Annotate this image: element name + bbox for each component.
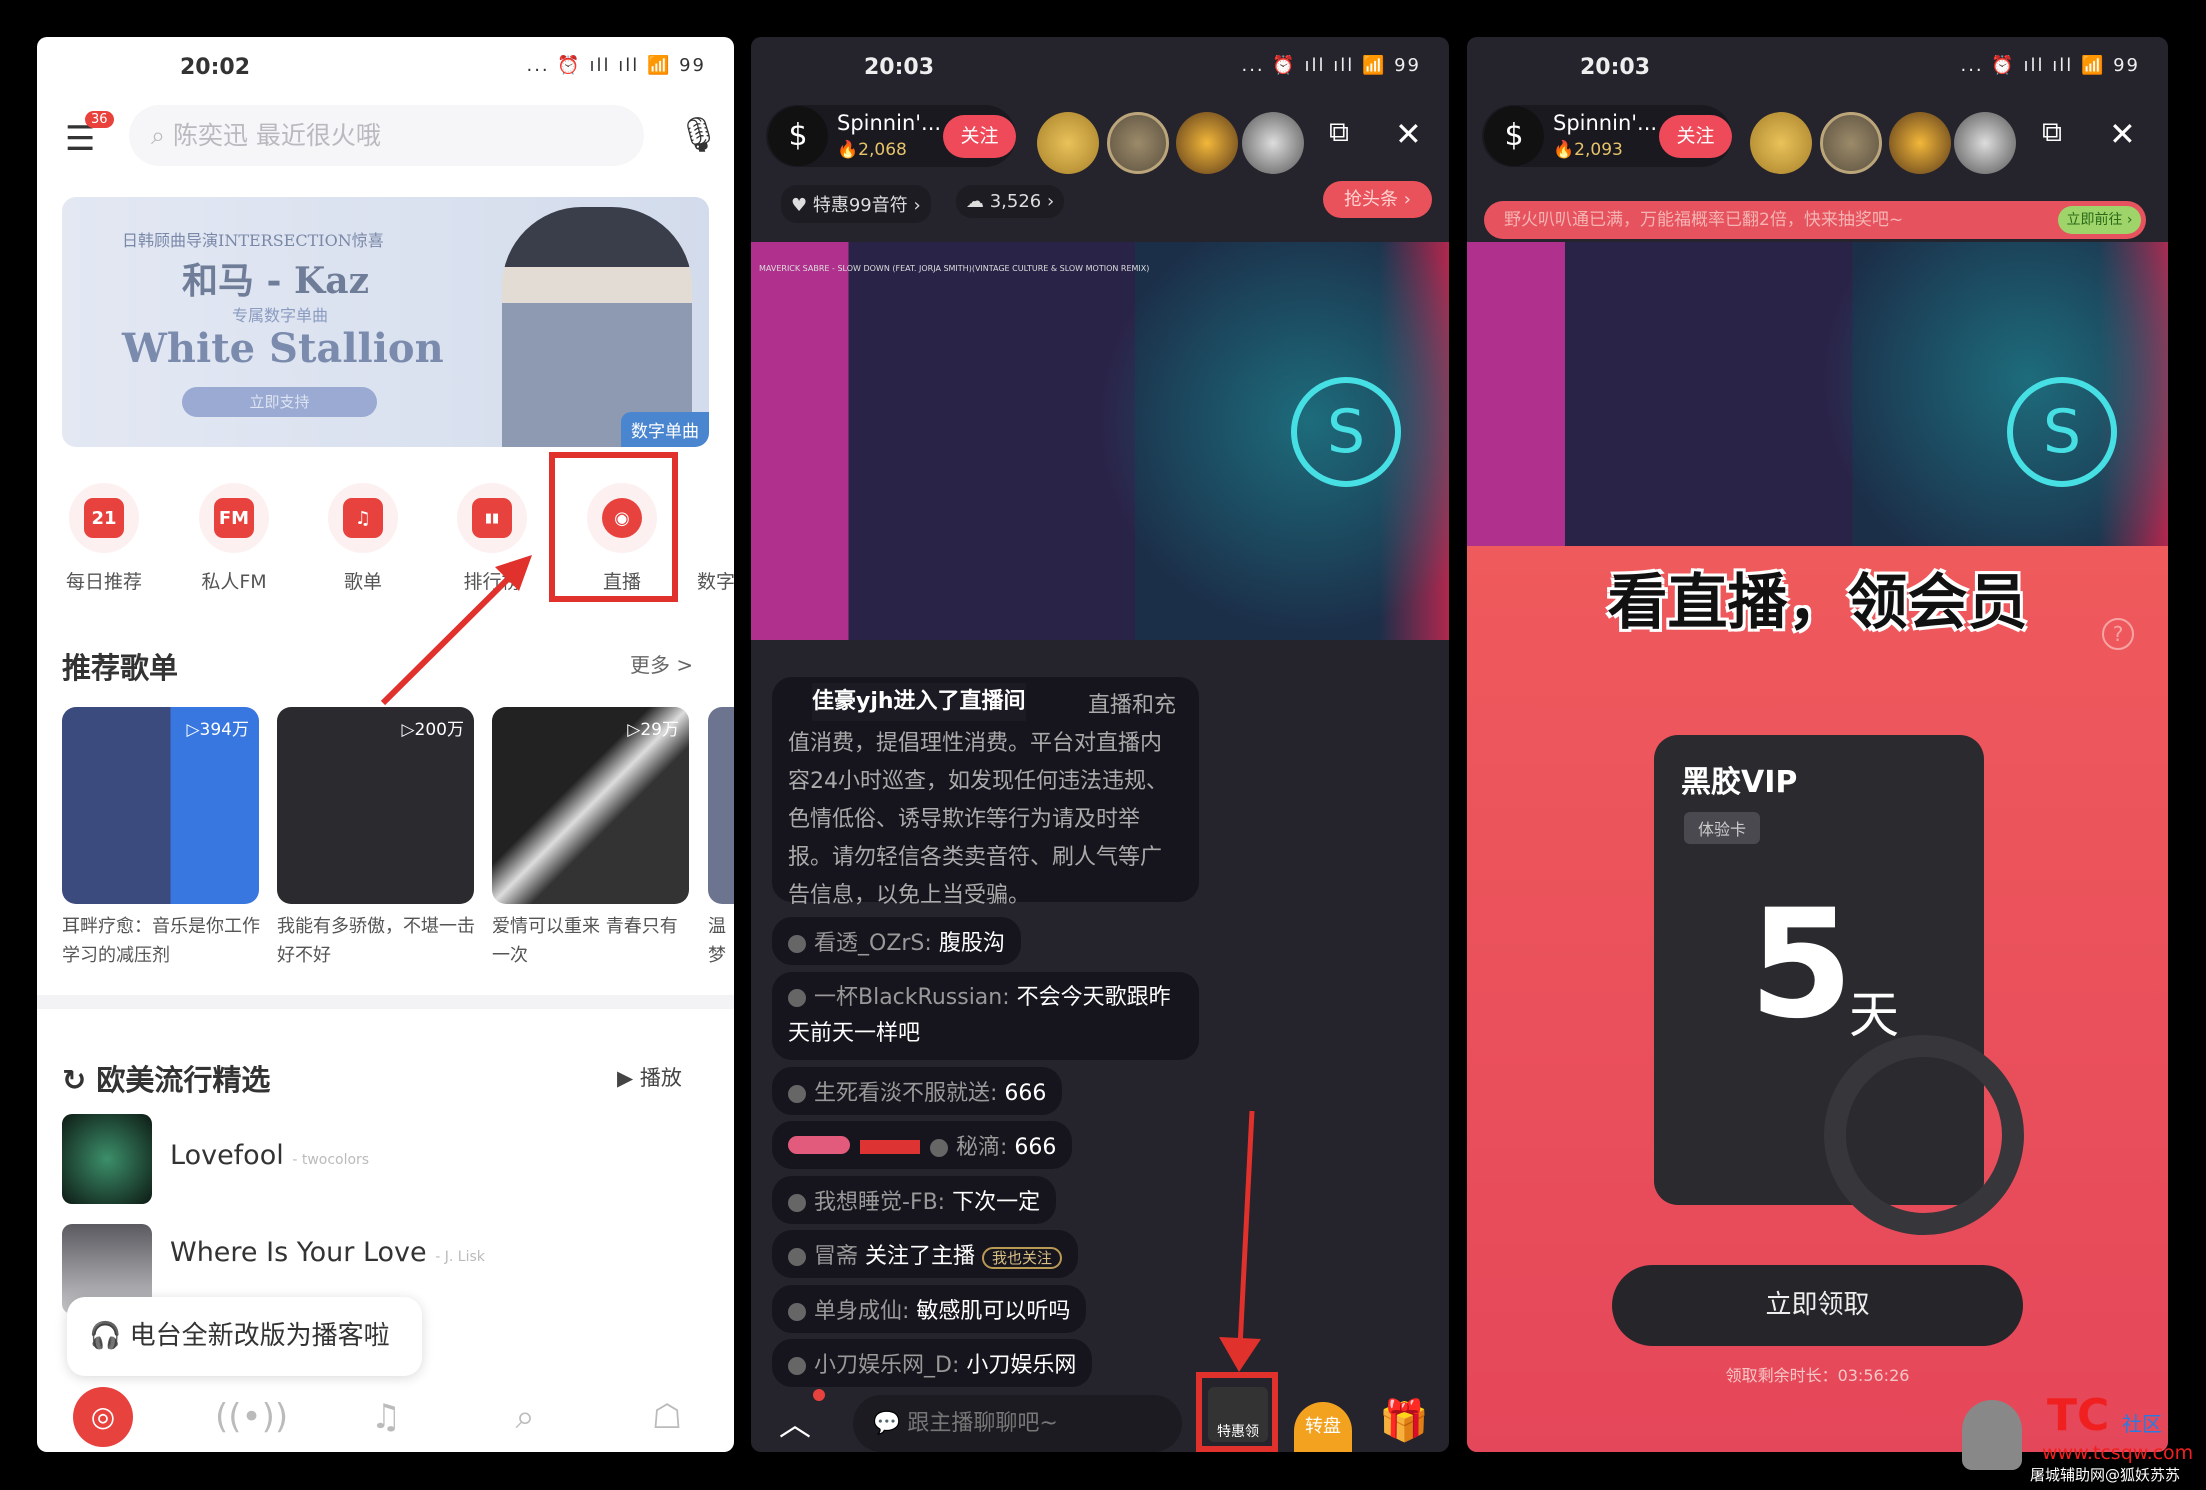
follow-button[interactable]: 关注 — [1659, 115, 1732, 158]
watermark-credit: 屠城辅助网@狐妖苏苏 — [2030, 1466, 2181, 1484]
podcast-toast[interactable]: 🎧 电台全新改版为播客啦 — [67, 1297, 422, 1376]
nav-community-icon[interactable]: ☖ — [637, 1397, 697, 1437]
playlist-caption: 温梦 — [708, 916, 726, 966]
watermark-community: 社区 — [2122, 1412, 2162, 1436]
nav-music-icon[interactable]: ♫ — [356, 1397, 416, 1437]
playlist-caption: 爱情可以重来 青春只有一次 — [492, 916, 678, 966]
playlist-card[interactable]: ▷394万 — [62, 707, 259, 904]
go-now-button[interactable]: 立即前往 › — [2058, 206, 2141, 234]
spinnin-logo-icon: S — [2007, 377, 2117, 487]
screen-cast-icon[interactable]: ⧉ — [2042, 115, 2062, 149]
gift-icon[interactable]: 🎁 — [1379, 1397, 1429, 1444]
vip-brand: 黑胶VIP — [1681, 765, 1798, 800]
remaining-time: 领取剩余时长：03:56:26 — [1725, 1366, 1910, 1385]
nav-discover-icon[interactable]: ◎ — [73, 1387, 133, 1447]
song-row[interactable]: Lovefool - twocolors — [170, 1140, 369, 1171]
viewer-avatar[interactable] — [1954, 112, 2016, 174]
live-room-screen: 20:03 ... ⏰ ıll ıll 📶 99 $ Spinnin'... 🔥… — [751, 37, 1449, 1452]
status-icons: ... ⏰ ıll ıll 📶 99 — [1960, 55, 2140, 76]
play-all-button[interactable]: ▶ 播放 — [617, 1062, 682, 1092]
help-icon[interactable]: ? — [2102, 618, 2134, 650]
more-link[interactable]: 更多 > — [630, 649, 693, 678]
playlist-caption: 我能有多骄傲，不堪一击好不好 — [277, 916, 475, 966]
vip-days-unit: 天 — [1849, 986, 1899, 1044]
lucky-wheel-button[interactable]: 转盘 — [1294, 1402, 1352, 1452]
podcast-icon: 🎧 — [89, 1321, 130, 1351]
status-time: 20:03 — [1580, 55, 1651, 80]
home-screen: 20:02 ... ⏰ ıll ıll 📶 99 ☰ 36 ⌕ 陈奕迅 最近很火… — [37, 37, 734, 1452]
host-name: Spinnin'... — [1553, 111, 1658, 135]
watermark-url: www.tcsqw.com — [2042, 1442, 2194, 1464]
viewer-avatar[interactable] — [1820, 112, 1882, 174]
refresh-icon[interactable]: ↻ — [62, 1063, 96, 1097]
divider — [37, 995, 734, 1009]
vip-days-number: 5 — [1749, 878, 1854, 1052]
host-avatar[interactable]: $ — [1484, 106, 1544, 166]
vip-reward-screen: 20:03 ... ⏰ ıll ıll 📶 99 $ Spinnin'... 🔥… — [1467, 37, 2168, 1452]
watermark-logo: TC — [2047, 1390, 2110, 1441]
section2-title: ↻ 欧美流行精选 — [62, 1063, 271, 1097]
song-row[interactable]: Where Is Your Love - J. Lisk — [170, 1237, 485, 1268]
nav-podcast-icon[interactable]: ((•)) — [215, 1397, 288, 1437]
host-heat: 🔥2,093 — [1553, 140, 1623, 160]
annotation-arrow — [1219, 1110, 1261, 1372]
playlist-caption: 耳畔疗愈：音乐是你工作学习的减压剂 — [62, 916, 260, 966]
playlist-card[interactable]: ▷200万 — [277, 707, 474, 904]
section-title: 推荐歌单 — [62, 651, 179, 685]
playlist-card[interactable]: ▷29万 — [492, 707, 689, 904]
live-video[interactable]: S — [1467, 242, 2168, 547]
watermark-mascot — [1962, 1400, 2022, 1470]
song-thumbnail[interactable] — [62, 1114, 152, 1204]
nav-search-icon[interactable]: ⌕ — [495, 1397, 555, 1437]
promo-banner[interactable]: 野火叭叭通已满，万能福概率已翻2倍，快来抽奖吧~ — [1484, 201, 2146, 239]
viewer-avatar[interactable] — [1889, 112, 1951, 174]
claim-now-button[interactable]: 立即领取 — [1612, 1265, 2023, 1346]
watermark: TC 社区 www.tcsqw.com 屠城辅助网@狐妖苏苏 — [1962, 1390, 2202, 1485]
vip-popup: 看直播，领会员 ? 黑胶VIP 体验卡 5 天 立即领取 领取剩余时长：03:5… — [1467, 546, 2168, 1452]
vinyl-icon — [1824, 1035, 2024, 1235]
playlist-card[interactable] — [708, 707, 734, 904]
vip-card: 黑胶VIP 体验卡 5 天 — [1654, 735, 2024, 1235]
close-icon[interactable]: ✕ — [2109, 115, 2136, 153]
trial-card-tag: 体验卡 — [1684, 812, 1761, 844]
popup-title: 看直播，领会员 — [1607, 568, 2028, 638]
viewer-avatar[interactable] — [1750, 112, 1812, 174]
